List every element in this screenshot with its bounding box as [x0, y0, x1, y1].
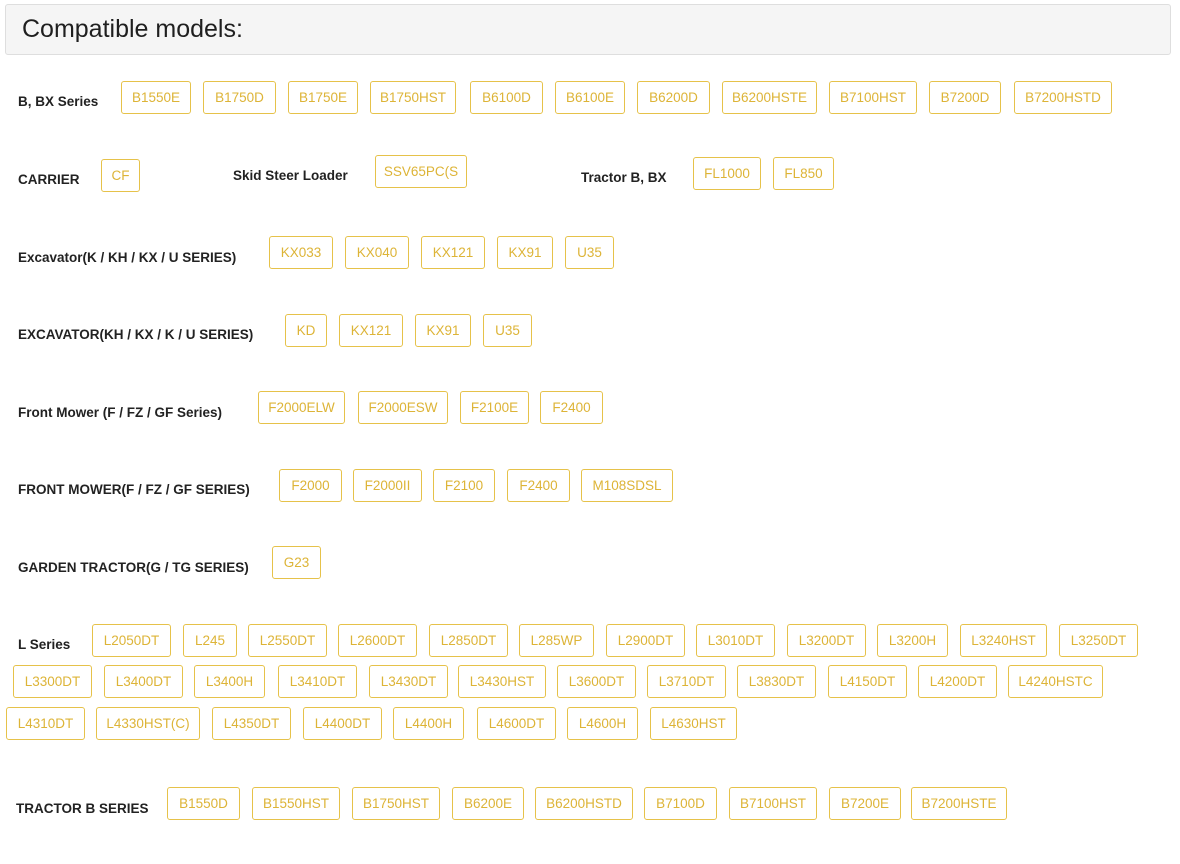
- model-tag-b-bx-series-b7100hst[interactable]: B7100HST: [829, 81, 917, 114]
- model-tag-front-mower-f-fz-gf-series-f2400[interactable]: F2400: [507, 469, 570, 502]
- model-tag-l-series-l3410dt[interactable]: L3410DT: [278, 665, 357, 698]
- model-tag-l-series-l3710dt[interactable]: L3710DT: [647, 665, 726, 698]
- model-tag-excavator-kh-kx-k-u-series-kd[interactable]: KD: [285, 314, 327, 347]
- group-label-l-series: L Series: [18, 637, 71, 652]
- model-tag-l-series-l4240hstc[interactable]: L4240HSTC: [1008, 665, 1103, 698]
- model-tag-b-bx-series-b7200d[interactable]: B7200D: [929, 81, 1001, 114]
- model-tag-excavator-k-kh-kx-u-series-kx040[interactable]: KX040: [345, 236, 409, 269]
- model-tag-l-series-l3430hst[interactable]: L3430HST: [458, 665, 546, 698]
- model-tag-tractor-b-bx-fl850[interactable]: FL850: [773, 157, 834, 190]
- model-tag-b-bx-series-b1750hst[interactable]: B1750HST: [370, 81, 456, 114]
- model-tag-tractor-b-bx-fl1000[interactable]: FL1000: [693, 157, 761, 190]
- model-tag-l-series-l4600dt[interactable]: L4600DT: [477, 707, 556, 740]
- model-tag-l-series-l3400h[interactable]: L3400H: [194, 665, 265, 698]
- model-tag-carrier-cf[interactable]: CF: [101, 159, 140, 192]
- page-title: Compatible models:: [22, 15, 243, 43]
- model-tag-front-mower-f-fz-gf-series-f2100[interactable]: F2100: [433, 469, 495, 502]
- group-label-skid-steer-loader: Skid Steer Loader: [233, 168, 348, 183]
- model-tag-l-series-l3240hst[interactable]: L3240HST: [960, 624, 1047, 657]
- model-tag-excavator-k-kh-kx-u-series-u35[interactable]: U35: [565, 236, 614, 269]
- model-tag-l-series-l3430dt[interactable]: L3430DT: [369, 665, 448, 698]
- group-label-carrier: CARRIER: [18, 172, 80, 187]
- model-tag-tractor-b-series-b1550hst[interactable]: B1550HST: [252, 787, 340, 820]
- group-label-front-mower-f-fz-gf-series: FRONT MOWER(F / FZ / GF SERIES): [18, 482, 250, 497]
- model-tag-tractor-b-series-b7100hst[interactable]: B7100HST: [729, 787, 817, 820]
- model-tag-b-bx-series-b6100e[interactable]: B6100E: [555, 81, 625, 114]
- model-tag-l-series-l3200h[interactable]: L3200H: [877, 624, 948, 657]
- model-tag-excavator-k-kh-kx-u-series-kx033[interactable]: KX033: [269, 236, 333, 269]
- model-tag-tractor-b-series-b7200e[interactable]: B7200E: [829, 787, 901, 820]
- model-tag-excavator-kh-kx-k-u-series-kx91[interactable]: KX91: [415, 314, 471, 347]
- model-tag-front-mower-f-fz-gf-series-f2000ii[interactable]: F2000II: [353, 469, 422, 502]
- model-tag-l-series-l2900dt[interactable]: L2900DT: [606, 624, 685, 657]
- group-label-b-bx-series: B, BX Series: [18, 94, 99, 109]
- model-tag-tractor-b-series-b6200hstd[interactable]: B6200HSTD: [535, 787, 633, 820]
- model-tag-excavator-kh-kx-k-u-series-u35[interactable]: U35: [483, 314, 532, 347]
- model-tag-b-bx-series-b6100d[interactable]: B6100D: [470, 81, 543, 114]
- model-tag-front-mower-f-fz-gf-series-f2000[interactable]: F2000: [279, 469, 342, 502]
- model-tag-l-series-l3200dt[interactable]: L3200DT: [787, 624, 866, 657]
- group-label-tractor-b-bx: Tractor B, BX: [581, 170, 667, 185]
- model-tag-l-series-l4400h[interactable]: L4400H: [393, 707, 464, 740]
- model-tag-l-series-l4330hst-c[interactable]: L4330HST(C): [96, 707, 200, 740]
- model-tag-l-series-l4350dt[interactable]: L4350DT: [212, 707, 291, 740]
- model-tag-excavator-k-kh-kx-u-series-kx91[interactable]: KX91: [497, 236, 553, 269]
- model-tag-l-series-l2850dt[interactable]: L2850DT: [429, 624, 508, 657]
- model-tag-l-series-l2600dt[interactable]: L2600DT: [338, 624, 417, 657]
- model-tag-l-series-l3300dt[interactable]: L3300DT: [13, 665, 92, 698]
- model-tag-l-series-l4600h[interactable]: L4600H: [567, 707, 638, 740]
- model-tag-l-series-l4200dt[interactable]: L4200DT: [918, 665, 997, 698]
- model-tag-l-series-l3600dt[interactable]: L3600DT: [557, 665, 636, 698]
- model-tag-front-mower-f-fz-gf-series-f2000esw[interactable]: F2000ESW: [358, 391, 448, 424]
- model-tag-b-bx-series-b6200d[interactable]: B6200D: [637, 81, 710, 114]
- model-tag-l-series-l3830dt[interactable]: L3830DT: [737, 665, 816, 698]
- model-tag-front-mower-f-fz-gf-series-f2400[interactable]: F2400: [540, 391, 603, 424]
- group-label-garden-tractor-g-tg-series: GARDEN TRACTOR(G / TG SERIES): [18, 560, 249, 575]
- model-tag-l-series-l4630hst[interactable]: L4630HST: [650, 707, 737, 740]
- model-tag-l-series-l245[interactable]: L245: [183, 624, 237, 657]
- model-tag-l-series-l3250dt[interactable]: L3250DT: [1059, 624, 1138, 657]
- model-tag-tractor-b-series-b7200hste[interactable]: B7200HSTE: [911, 787, 1007, 820]
- model-tag-garden-tractor-g-tg-series-g23[interactable]: G23: [272, 546, 321, 579]
- model-tag-b-bx-series-b6200hste[interactable]: B6200HSTE: [722, 81, 817, 114]
- model-tag-b-bx-series-b7200hstd[interactable]: B7200HSTD: [1014, 81, 1112, 114]
- model-tag-l-series-l4150dt[interactable]: L4150DT: [828, 665, 907, 698]
- model-tag-l-series-l4310dt[interactable]: L4310DT: [6, 707, 85, 740]
- model-tag-skid-steer-loader-ssv65pc-s[interactable]: SSV65PC(S: [375, 155, 467, 188]
- model-tag-l-series-l4400dt[interactable]: L4400DT: [303, 707, 382, 740]
- model-tag-b-bx-series-b1750e[interactable]: B1750E: [288, 81, 358, 114]
- model-tag-tractor-b-series-b7100d[interactable]: B7100D: [644, 787, 717, 820]
- model-tag-tractor-b-series-b6200e[interactable]: B6200E: [452, 787, 524, 820]
- model-tag-l-series-l285wp[interactable]: L285WP: [519, 624, 594, 657]
- model-tag-excavator-k-kh-kx-u-series-kx121[interactable]: KX121: [421, 236, 485, 269]
- group-label-excavator-k-kh-kx-u-series: Excavator(K / KH / KX / U SERIES): [18, 250, 237, 265]
- group-label-excavator-kh-kx-k-u-series: EXCAVATOR(KH / KX / K / U SERIES): [18, 327, 254, 342]
- group-label-tractor-b-series: TRACTOR B SERIES: [16, 801, 149, 816]
- model-tag-b-bx-series-b1750d[interactable]: B1750D: [203, 81, 276, 114]
- model-tag-l-series-l3010dt[interactable]: L3010DT: [696, 624, 775, 657]
- model-tag-l-series-l2050dt[interactable]: L2050DT: [92, 624, 171, 657]
- model-tag-excavator-kh-kx-k-u-series-kx121[interactable]: KX121: [339, 314, 403, 347]
- model-tag-l-series-l2550dt[interactable]: L2550DT: [248, 624, 327, 657]
- model-tag-front-mower-f-fz-gf-series-m108sdsl[interactable]: M108SDSL: [581, 469, 673, 502]
- model-tag-l-series-l3400dt[interactable]: L3400DT: [104, 665, 183, 698]
- model-tag-tractor-b-series-b1550d[interactable]: B1550D: [167, 787, 240, 820]
- model-tag-b-bx-series-b1550e[interactable]: B1550E: [121, 81, 191, 114]
- compatible-models-header: Compatible models:: [5, 4, 1171, 55]
- group-label-front-mower-f-fz-gf-series: Front Mower (F / FZ / GF Series): [18, 405, 223, 420]
- model-tag-front-mower-f-fz-gf-series-f2000elw[interactable]: F2000ELW: [258, 391, 345, 424]
- model-tag-tractor-b-series-b1750hst[interactable]: B1750HST: [352, 787, 440, 820]
- model-tag-front-mower-f-fz-gf-series-f2100e[interactable]: F2100E: [460, 391, 529, 424]
